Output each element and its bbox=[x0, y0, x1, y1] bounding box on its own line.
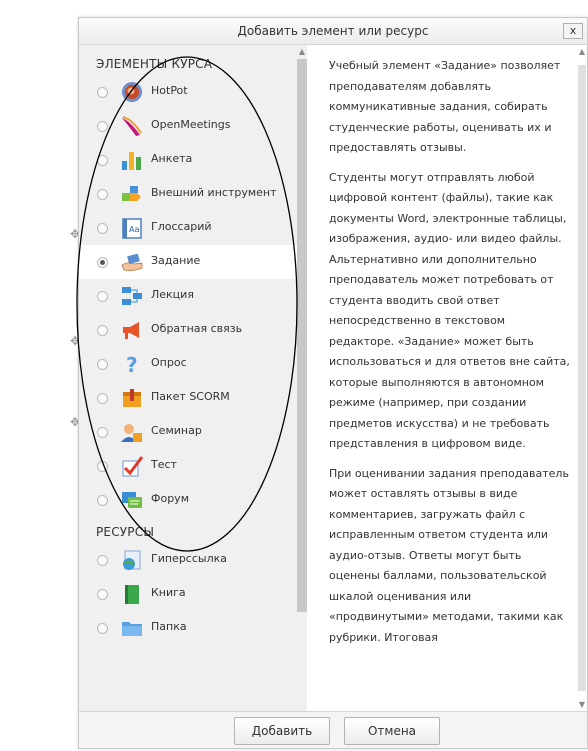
svg-text:Aa: Aa bbox=[129, 225, 139, 234]
option-label: Глоссарий bbox=[151, 220, 212, 233]
option-label: Папка bbox=[151, 620, 187, 633]
radio-button[interactable] bbox=[97, 623, 108, 634]
radio-button[interactable] bbox=[97, 189, 108, 200]
help-text-panel: Учебный элемент «Задание» позволяет преп… bbox=[307, 45, 577, 711]
forum-icon bbox=[120, 489, 144, 511]
radio-button[interactable] bbox=[97, 461, 108, 472]
section-label-resources: РЕСУРСЫ bbox=[96, 525, 155, 539]
radio-button[interactable] bbox=[97, 291, 108, 302]
option-forum[interactable]: Форум bbox=[79, 483, 297, 517]
option-scorm[interactable]: Пакет SCORM bbox=[79, 381, 297, 415]
option-label: HotPot bbox=[151, 84, 188, 97]
option-external-tool[interactable]: Внешний инструмент bbox=[79, 177, 297, 211]
radio-button[interactable] bbox=[97, 87, 108, 98]
hotpot-icon bbox=[120, 81, 144, 103]
option-openmeetings[interactable]: OpenMeetings bbox=[79, 109, 297, 143]
background-page: ✥ ✥ ✥ bbox=[0, 0, 80, 751]
radio-button[interactable] bbox=[97, 325, 108, 336]
option-label: Гиперссылка bbox=[151, 552, 227, 565]
radio-button[interactable] bbox=[97, 589, 108, 600]
scroll-down-icon[interactable]: ▼ bbox=[577, 700, 587, 710]
radio-button[interactable] bbox=[97, 359, 108, 370]
option-label: Форум bbox=[151, 492, 189, 505]
option-label: Семинар bbox=[151, 424, 202, 437]
section-label-activities: ЭЛЕМЕНТЫ КУРСА bbox=[96, 57, 213, 71]
option-label: Тест bbox=[151, 458, 177, 471]
option-book[interactable]: Книга bbox=[79, 577, 297, 611]
option-url[interactable]: Гиперссылка bbox=[79, 543, 297, 577]
option-folder[interactable]: Папка bbox=[79, 611, 297, 645]
scorm-icon bbox=[120, 387, 144, 409]
option-feedback[interactable]: Обратная связь bbox=[79, 313, 297, 347]
add-activity-dialog: Добавить элемент или ресурс x ЭЛЕМЕНТЫ К… bbox=[78, 17, 588, 749]
book-icon bbox=[120, 583, 144, 605]
option-choice[interactable]: ? Опрос bbox=[79, 347, 297, 381]
survey-icon bbox=[120, 149, 144, 171]
cancel-button[interactable]: Отмена bbox=[344, 717, 440, 745]
radio-button-selected[interactable] bbox=[97, 257, 108, 268]
option-glossary[interactable]: Aa Глоссарий bbox=[79, 211, 297, 245]
scroll-up-icon[interactable]: ▲ bbox=[297, 47, 307, 57]
options-list: ЭЛЕМЕНТЫ КУРСА HotPot OpenMeetings Анкет… bbox=[79, 45, 297, 711]
radio-button[interactable] bbox=[97, 121, 108, 132]
scrollbar-thumb[interactable] bbox=[578, 65, 586, 691]
option-label: Задание bbox=[151, 254, 201, 267]
option-quiz[interactable]: Тест bbox=[79, 449, 297, 483]
option-label: Обратная связь bbox=[151, 322, 243, 335]
option-workshop[interactable]: Семинар bbox=[79, 415, 297, 449]
radio-button[interactable] bbox=[97, 495, 108, 506]
glossary-icon: Aa bbox=[120, 217, 144, 239]
dialog-titlebar: Добавить элемент или ресурс x bbox=[79, 18, 587, 45]
radio-button[interactable] bbox=[97, 223, 108, 234]
option-label: Книга bbox=[151, 586, 186, 599]
help-scrollbar[interactable]: ▲ ▼ bbox=[577, 45, 587, 711]
options-scrollbar[interactable]: ▲ bbox=[297, 45, 307, 711]
radio-button[interactable] bbox=[97, 393, 108, 404]
scrollbar-thumb[interactable] bbox=[297, 59, 307, 612]
dialog-title: Добавить элемент или ресурс bbox=[237, 24, 429, 38]
option-label: Анкета bbox=[151, 152, 193, 165]
radio-button[interactable] bbox=[97, 555, 108, 566]
choice-icon: ? bbox=[120, 353, 144, 375]
radio-button[interactable] bbox=[97, 155, 108, 166]
lesson-icon bbox=[120, 285, 144, 307]
add-button[interactable]: Добавить bbox=[234, 717, 330, 745]
svg-text:?: ? bbox=[126, 353, 138, 375]
option-assignment[interactable]: Задание bbox=[79, 245, 297, 279]
dialog-footer: Добавить Отмена bbox=[79, 711, 587, 748]
help-paragraph: Учебный элемент «Задание» позволяет преп… bbox=[329, 59, 561, 154]
help-paragraph: Студенты могут отправлять любой цифровой… bbox=[329, 170, 570, 451]
quiz-icon bbox=[120, 455, 144, 477]
radio-button[interactable] bbox=[97, 427, 108, 438]
option-lesson[interactable]: Лекция bbox=[79, 279, 297, 313]
option-label: Внешний инструмент bbox=[151, 186, 277, 199]
openmeetings-icon bbox=[120, 115, 144, 137]
option-survey[interactable]: Анкета bbox=[79, 143, 297, 177]
scroll-up-icon[interactable]: ▲ bbox=[577, 47, 587, 57]
folder-icon bbox=[120, 617, 144, 639]
option-hotpot[interactable]: HotPot bbox=[79, 75, 297, 109]
option-label: Опрос bbox=[151, 356, 187, 369]
option-label: OpenMeetings bbox=[151, 118, 231, 131]
feedback-icon bbox=[120, 319, 144, 341]
option-label: Лекция bbox=[151, 288, 194, 301]
option-label: Пакет SCORM bbox=[151, 390, 230, 403]
external-tool-icon bbox=[120, 183, 144, 205]
close-button[interactable]: x bbox=[563, 23, 583, 39]
assignment-icon bbox=[120, 251, 144, 273]
workshop-icon bbox=[120, 421, 144, 443]
help-paragraph: При оценивании задания преподаватель мож… bbox=[329, 466, 569, 644]
url-icon bbox=[120, 549, 144, 571]
